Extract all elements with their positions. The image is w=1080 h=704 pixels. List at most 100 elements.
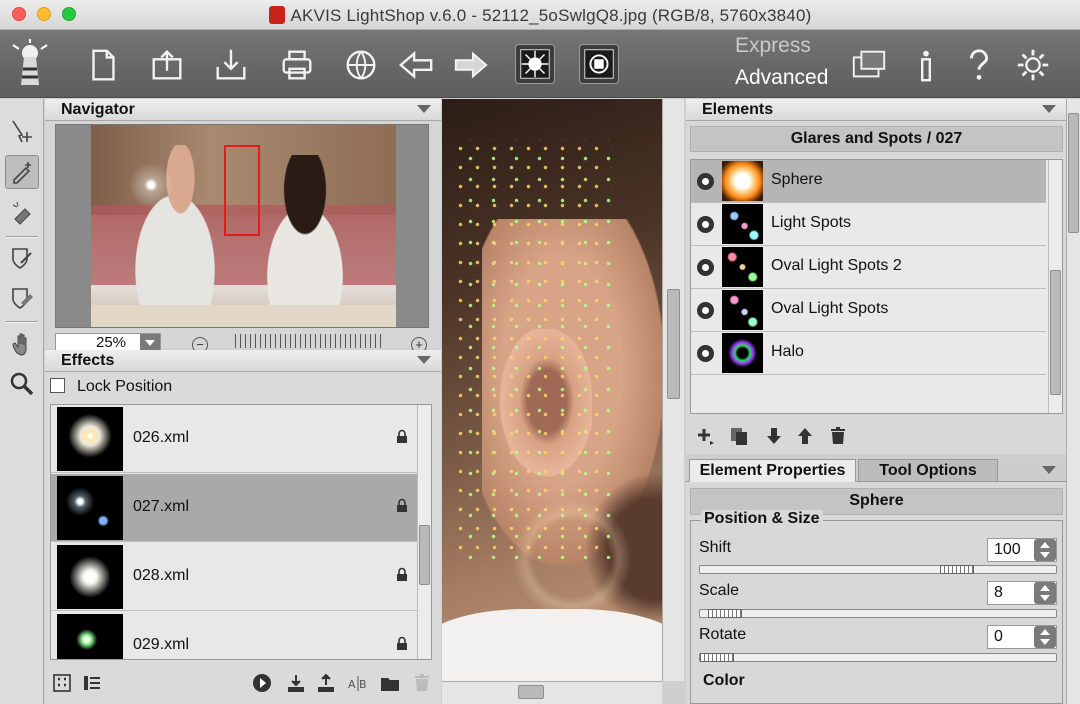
tab-tool-options[interactable]: Tool Options [858, 459, 998, 482]
mode-advanced-button[interactable]: Advanced [735, 66, 828, 90]
image-canvas[interactable] [442, 99, 662, 681]
delete-element-icon[interactable] [827, 425, 849, 447]
elements-collapse-icon[interactable] [1042, 105, 1056, 113]
info-icon[interactable] [905, 44, 947, 86]
move-element-up-icon[interactable] [794, 425, 816, 447]
lock-icon[interactable] [395, 636, 409, 651]
effects-scrollbar[interactable] [417, 405, 431, 659]
main-toolbar: Express Advanced [0, 30, 1080, 98]
shift-slider-thumb[interactable] [940, 565, 974, 574]
undo-arrow-icon[interactable] [395, 44, 437, 86]
play-effect-icon[interactable] [251, 672, 273, 694]
shift-slider[interactable] [699, 565, 1057, 574]
shift-input[interactable]: 100 [987, 538, 1057, 562]
element-visibility-radio[interactable] [697, 302, 714, 319]
right-panel-scrollbar[interactable] [1066, 99, 1080, 704]
element-item-light-spots[interactable]: Light Spots [691, 203, 1046, 246]
eraser-tool-icon[interactable] [5, 195, 39, 229]
shield-eraser-icon[interactable] [5, 281, 39, 315]
workspace-layout-icon[interactable] [848, 44, 890, 86]
grid-view-icon[interactable] [51, 672, 73, 694]
move-element-down-icon[interactable] [763, 425, 785, 447]
rotate-stepper-icon[interactable] [1034, 626, 1056, 648]
lock-position-row[interactable]: Lock Position [50, 378, 172, 396]
folder-icon[interactable] [379, 672, 401, 694]
share-globe-icon[interactable] [340, 44, 382, 86]
element-visibility-radio[interactable] [697, 216, 714, 233]
help-icon[interactable] [958, 44, 1000, 86]
add-element-tool-icon[interactable] [5, 155, 39, 189]
element-item-oval-light-spots-2[interactable]: Oval Light Spots 2 [691, 246, 1046, 289]
print-icon[interactable] [276, 44, 318, 86]
add-element-icon[interactable] [694, 425, 716, 447]
element-visibility-radio[interactable] [697, 345, 714, 362]
list-view-icon[interactable] [81, 672, 103, 694]
effect-item-026[interactable]: 026.xml [51, 405, 417, 473]
effect-name: 026.xml [133, 429, 190, 446]
properties-collapse-icon[interactable] [1042, 466, 1056, 474]
save-file-icon[interactable] [210, 44, 252, 86]
navigator-title: Navigator [61, 101, 135, 118]
open-file-icon[interactable] [146, 44, 188, 86]
navigator-preview[interactable] [55, 124, 429, 328]
export-icon[interactable] [315, 672, 337, 694]
run-effect-icon[interactable] [515, 44, 555, 84]
effect-item-028[interactable]: 028.xml [51, 543, 417, 611]
navigator-view-rectangle[interactable] [224, 145, 260, 236]
scale-slider-thumb[interactable] [708, 609, 742, 618]
shield-brush-icon[interactable] [5, 241, 39, 275]
zoom-controls: 25% − + [45, 330, 441, 353]
elements-scrollbar[interactable] [1048, 160, 1062, 413]
shift-stepper-icon[interactable] [1034, 539, 1056, 561]
element-item-sphere[interactable]: Sphere [691, 160, 1046, 203]
navigator-collapse-icon[interactable] [417, 105, 431, 113]
canvas-horizontal-scrollbar[interactable] [442, 681, 662, 704]
element-thumbnail [722, 247, 763, 287]
canvas-vertical-scrollbar[interactable] [662, 99, 684, 681]
element-thumbnail [722, 290, 763, 330]
tab-element-properties[interactable]: Element Properties [689, 459, 856, 482]
lock-icon[interactable] [395, 498, 409, 513]
right-panel-scrollbar-thumb[interactable] [1068, 113, 1079, 233]
element-visibility-radio[interactable] [697, 173, 714, 190]
effect-item-027[interactable]: 027.xml [51, 474, 417, 542]
mode-express-button[interactable]: Express [735, 34, 811, 58]
canvas-vscroll-thumb[interactable] [667, 289, 680, 399]
hand-tool-icon[interactable] [5, 327, 39, 361]
element-item-halo[interactable]: Halo [691, 332, 1046, 375]
canvas-hscroll-thumb[interactable] [518, 685, 544, 699]
import-icon[interactable] [285, 672, 307, 694]
lock-icon[interactable] [395, 567, 409, 582]
move-tool-icon[interactable] [5, 114, 39, 148]
element-name: Oval Light Spots [771, 300, 889, 317]
lock-position-checkbox[interactable] [50, 378, 65, 393]
scale-slider[interactable] [699, 609, 1057, 618]
element-item-oval-light-spots[interactable]: Oval Light Spots [691, 289, 1046, 332]
lock-icon[interactable] [395, 429, 409, 444]
scale-input[interactable]: 8 [987, 581, 1057, 605]
effect-thumbnail [57, 614, 123, 659]
delete-effect-icon[interactable] [411, 672, 433, 694]
element-visibility-radio[interactable] [697, 259, 714, 276]
element-name: Oval Light Spots 2 [771, 257, 902, 274]
rename-icon[interactable]: AB [347, 672, 369, 694]
new-file-icon[interactable] [82, 44, 124, 86]
zoom-tool-icon[interactable] [5, 367, 39, 401]
elements-scrollbar-thumb[interactable] [1050, 270, 1061, 395]
rotate-input[interactable]: 0 [987, 625, 1057, 649]
window-title: AKVIS LightShop v.6.0 - 52112_5oSwlgQ8.j… [0, 6, 1080, 26]
zoom-slider[interactable] [235, 334, 385, 348]
effects-collapse-icon[interactable] [417, 356, 431, 364]
rotate-label: Rotate [699, 626, 747, 643]
rotate-slider-thumb[interactable] [700, 653, 734, 662]
duplicate-element-icon[interactable] [728, 425, 750, 447]
effects-scrollbar-thumb[interactable] [419, 525, 430, 585]
rotate-slider[interactable] [699, 653, 1057, 662]
settings-gear-icon[interactable] [1012, 44, 1054, 86]
preview-before-after-icon[interactable] [579, 44, 619, 84]
properties-tabs: Element Properties Tool Options [686, 458, 1066, 482]
shift-label: Shift [699, 539, 732, 556]
scale-stepper-icon[interactable] [1034, 582, 1056, 604]
redo-arrow-icon[interactable] [450, 44, 492, 86]
effect-item-029[interactable]: 029.xml [51, 612, 417, 659]
